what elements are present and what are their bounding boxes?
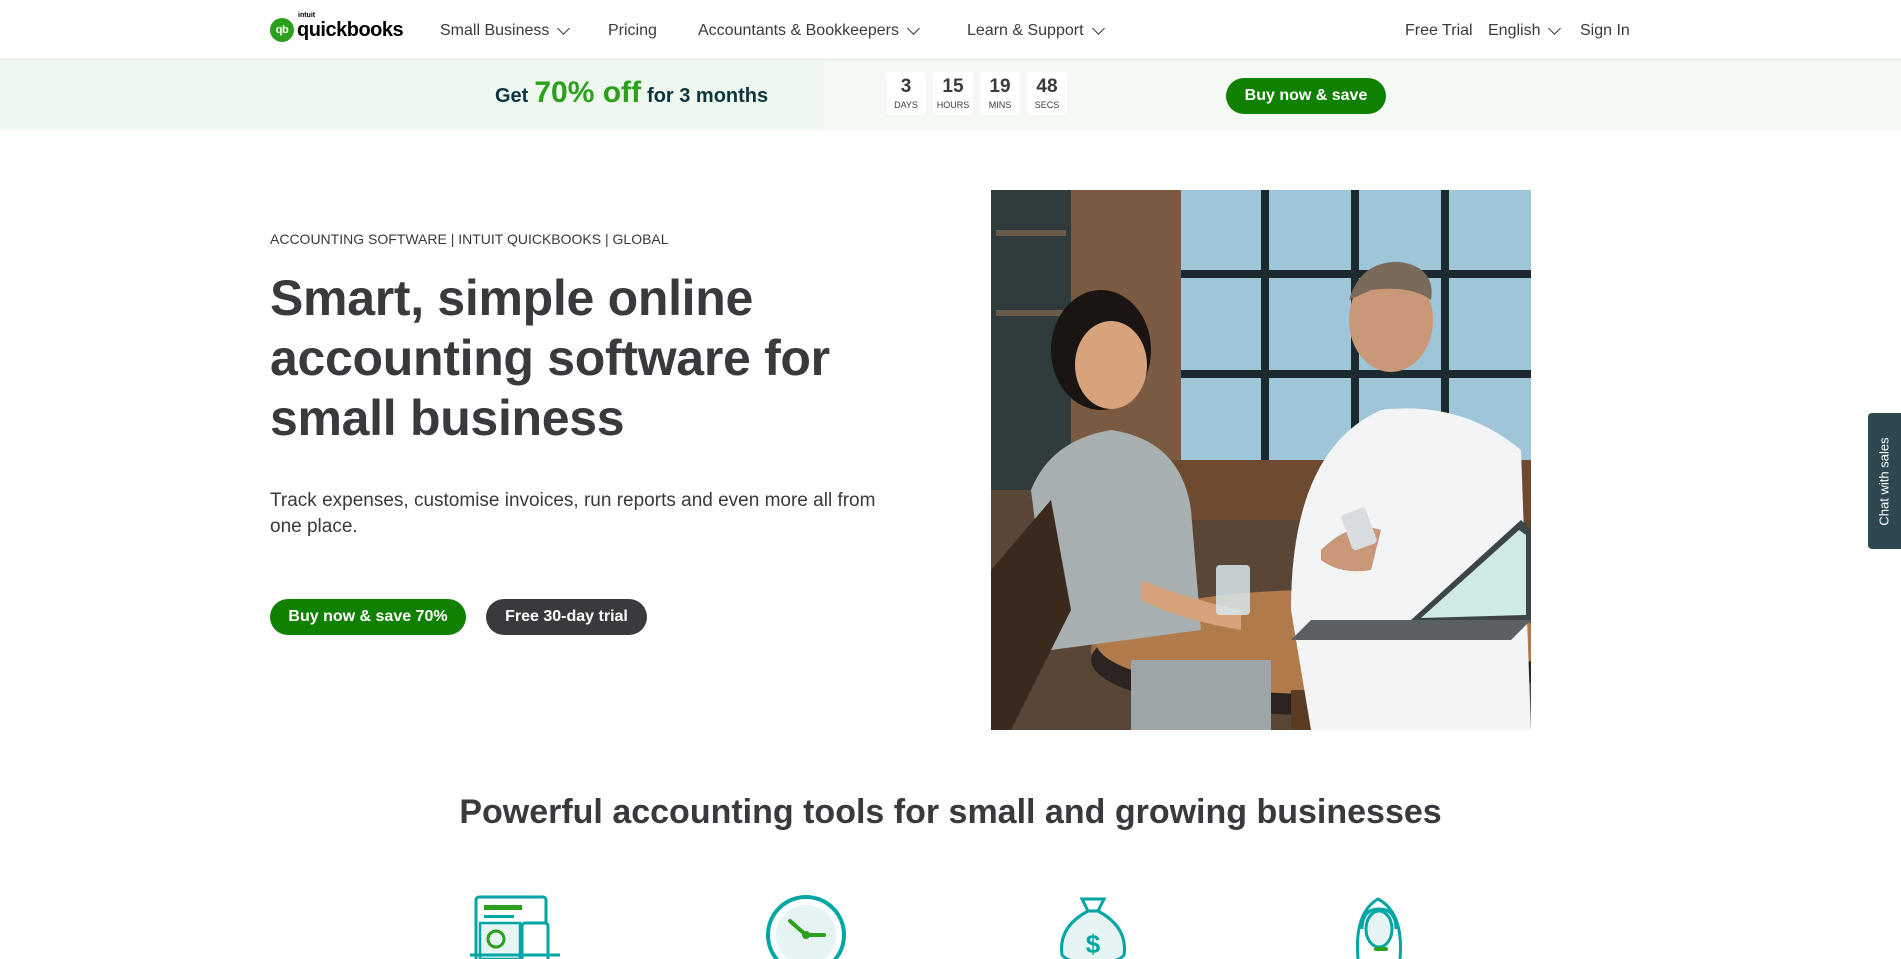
countdown-unit: DAYS xyxy=(894,100,918,110)
hero-photo-illustration xyxy=(991,190,1531,730)
countdown-unit: MINS xyxy=(988,100,1012,110)
hero-title: Smart, simple online accounting software… xyxy=(270,270,830,446)
countdown-timer: 3 DAYS 15 HOURS 19 MINS 48 SECS xyxy=(886,72,1067,115)
quickbooks-logo[interactable]: qb intuit quickbooks xyxy=(270,12,404,44)
qb-logo-icon: qb xyxy=(270,18,294,42)
nav-accountants[interactable]: Accountants & Bookkeepers xyxy=(698,22,920,40)
nav-accountants-label: Accountants & Bookkeepers xyxy=(698,22,900,39)
buy-now-save-button[interactable]: Buy now & save 70% xyxy=(270,599,466,635)
top-navigation: qb intuit quickbooks Small Business Pric… xyxy=(0,0,1901,60)
nav-small-business-label: Small Business xyxy=(440,22,550,39)
countdown-days: 3 DAYS xyxy=(886,72,926,115)
chevron-down-icon xyxy=(907,22,920,35)
nav-small-business[interactable]: Small Business xyxy=(440,22,571,40)
countdown-unit: SECS xyxy=(1034,100,1060,110)
chevron-down-icon xyxy=(1091,22,1105,35)
countdown-secs: 48 SECS xyxy=(1027,72,1067,115)
hero-photo xyxy=(991,190,1531,730)
chat-with-sales-label: Chat with sales xyxy=(1877,436,1892,526)
chat-with-sales-tab[interactable]: Chat with sales xyxy=(1868,413,1901,549)
sign-in-link[interactable]: Sign In xyxy=(1580,22,1630,40)
nav-free-trial-link[interactable]: Free Trial xyxy=(1405,22,1473,40)
free-trial-button[interactable]: Free 30-day trial xyxy=(486,599,647,635)
countdown-unit: HOURS xyxy=(936,100,970,110)
language-label: English xyxy=(1488,22,1541,39)
countdown-value: 15 xyxy=(942,76,964,97)
countdown-mins: 19 MINS xyxy=(980,72,1020,115)
logo-wordmark: intuit quickbooks xyxy=(297,12,404,42)
countdown-value: 19 xyxy=(989,76,1011,97)
sign-in-label: Sign In xyxy=(1580,22,1630,39)
countdown-value: 48 xyxy=(1036,76,1058,97)
money-bag-icon: $ xyxy=(1048,893,1138,959)
nav-pricing-label: Pricing xyxy=(608,22,657,39)
svg-text:$: $ xyxy=(1086,929,1101,959)
nav-pricing[interactable]: Pricing xyxy=(608,22,657,40)
promo-banner: Get 70% off for 3 months 3 DAYS 15 HOURS… xyxy=(0,60,1901,130)
hero-eyebrow: ACCOUNTING SOFTWARE | INTUIT QUICKBOOKS … xyxy=(270,231,669,247)
hero-description: Track expenses, customise invoices, run … xyxy=(270,490,876,537)
countdown-value: 3 xyxy=(900,76,912,97)
invoice-devices-icon xyxy=(470,893,560,959)
promo-prefix: Get xyxy=(495,85,529,107)
chevron-down-icon xyxy=(557,22,571,35)
nav-free-trial-label: Free Trial xyxy=(1405,22,1473,39)
support-agent-icon xyxy=(1334,893,1424,959)
promo-suffix: for 3 months xyxy=(647,85,769,107)
features-section-title: Powerful accounting tools for small and … xyxy=(459,793,1442,831)
language-selector[interactable]: English xyxy=(1488,22,1562,40)
clock-icon xyxy=(762,893,852,959)
promo-highlight: 70% off xyxy=(534,76,642,109)
promo-buy-now-button[interactable]: Buy now & save xyxy=(1226,78,1386,114)
logo-intuit-text: intuit xyxy=(298,11,316,19)
countdown-hours: 15 HOURS xyxy=(933,72,973,115)
nav-learn-support[interactable]: Learn & Support xyxy=(967,22,1105,40)
chevron-down-icon xyxy=(1548,22,1562,35)
promo-offer-text: Get 70% off for 3 months xyxy=(495,76,768,110)
logo-quickbooks-text: quickbooks xyxy=(297,18,404,41)
nav-learn-support-label: Learn & Support xyxy=(967,22,1084,39)
